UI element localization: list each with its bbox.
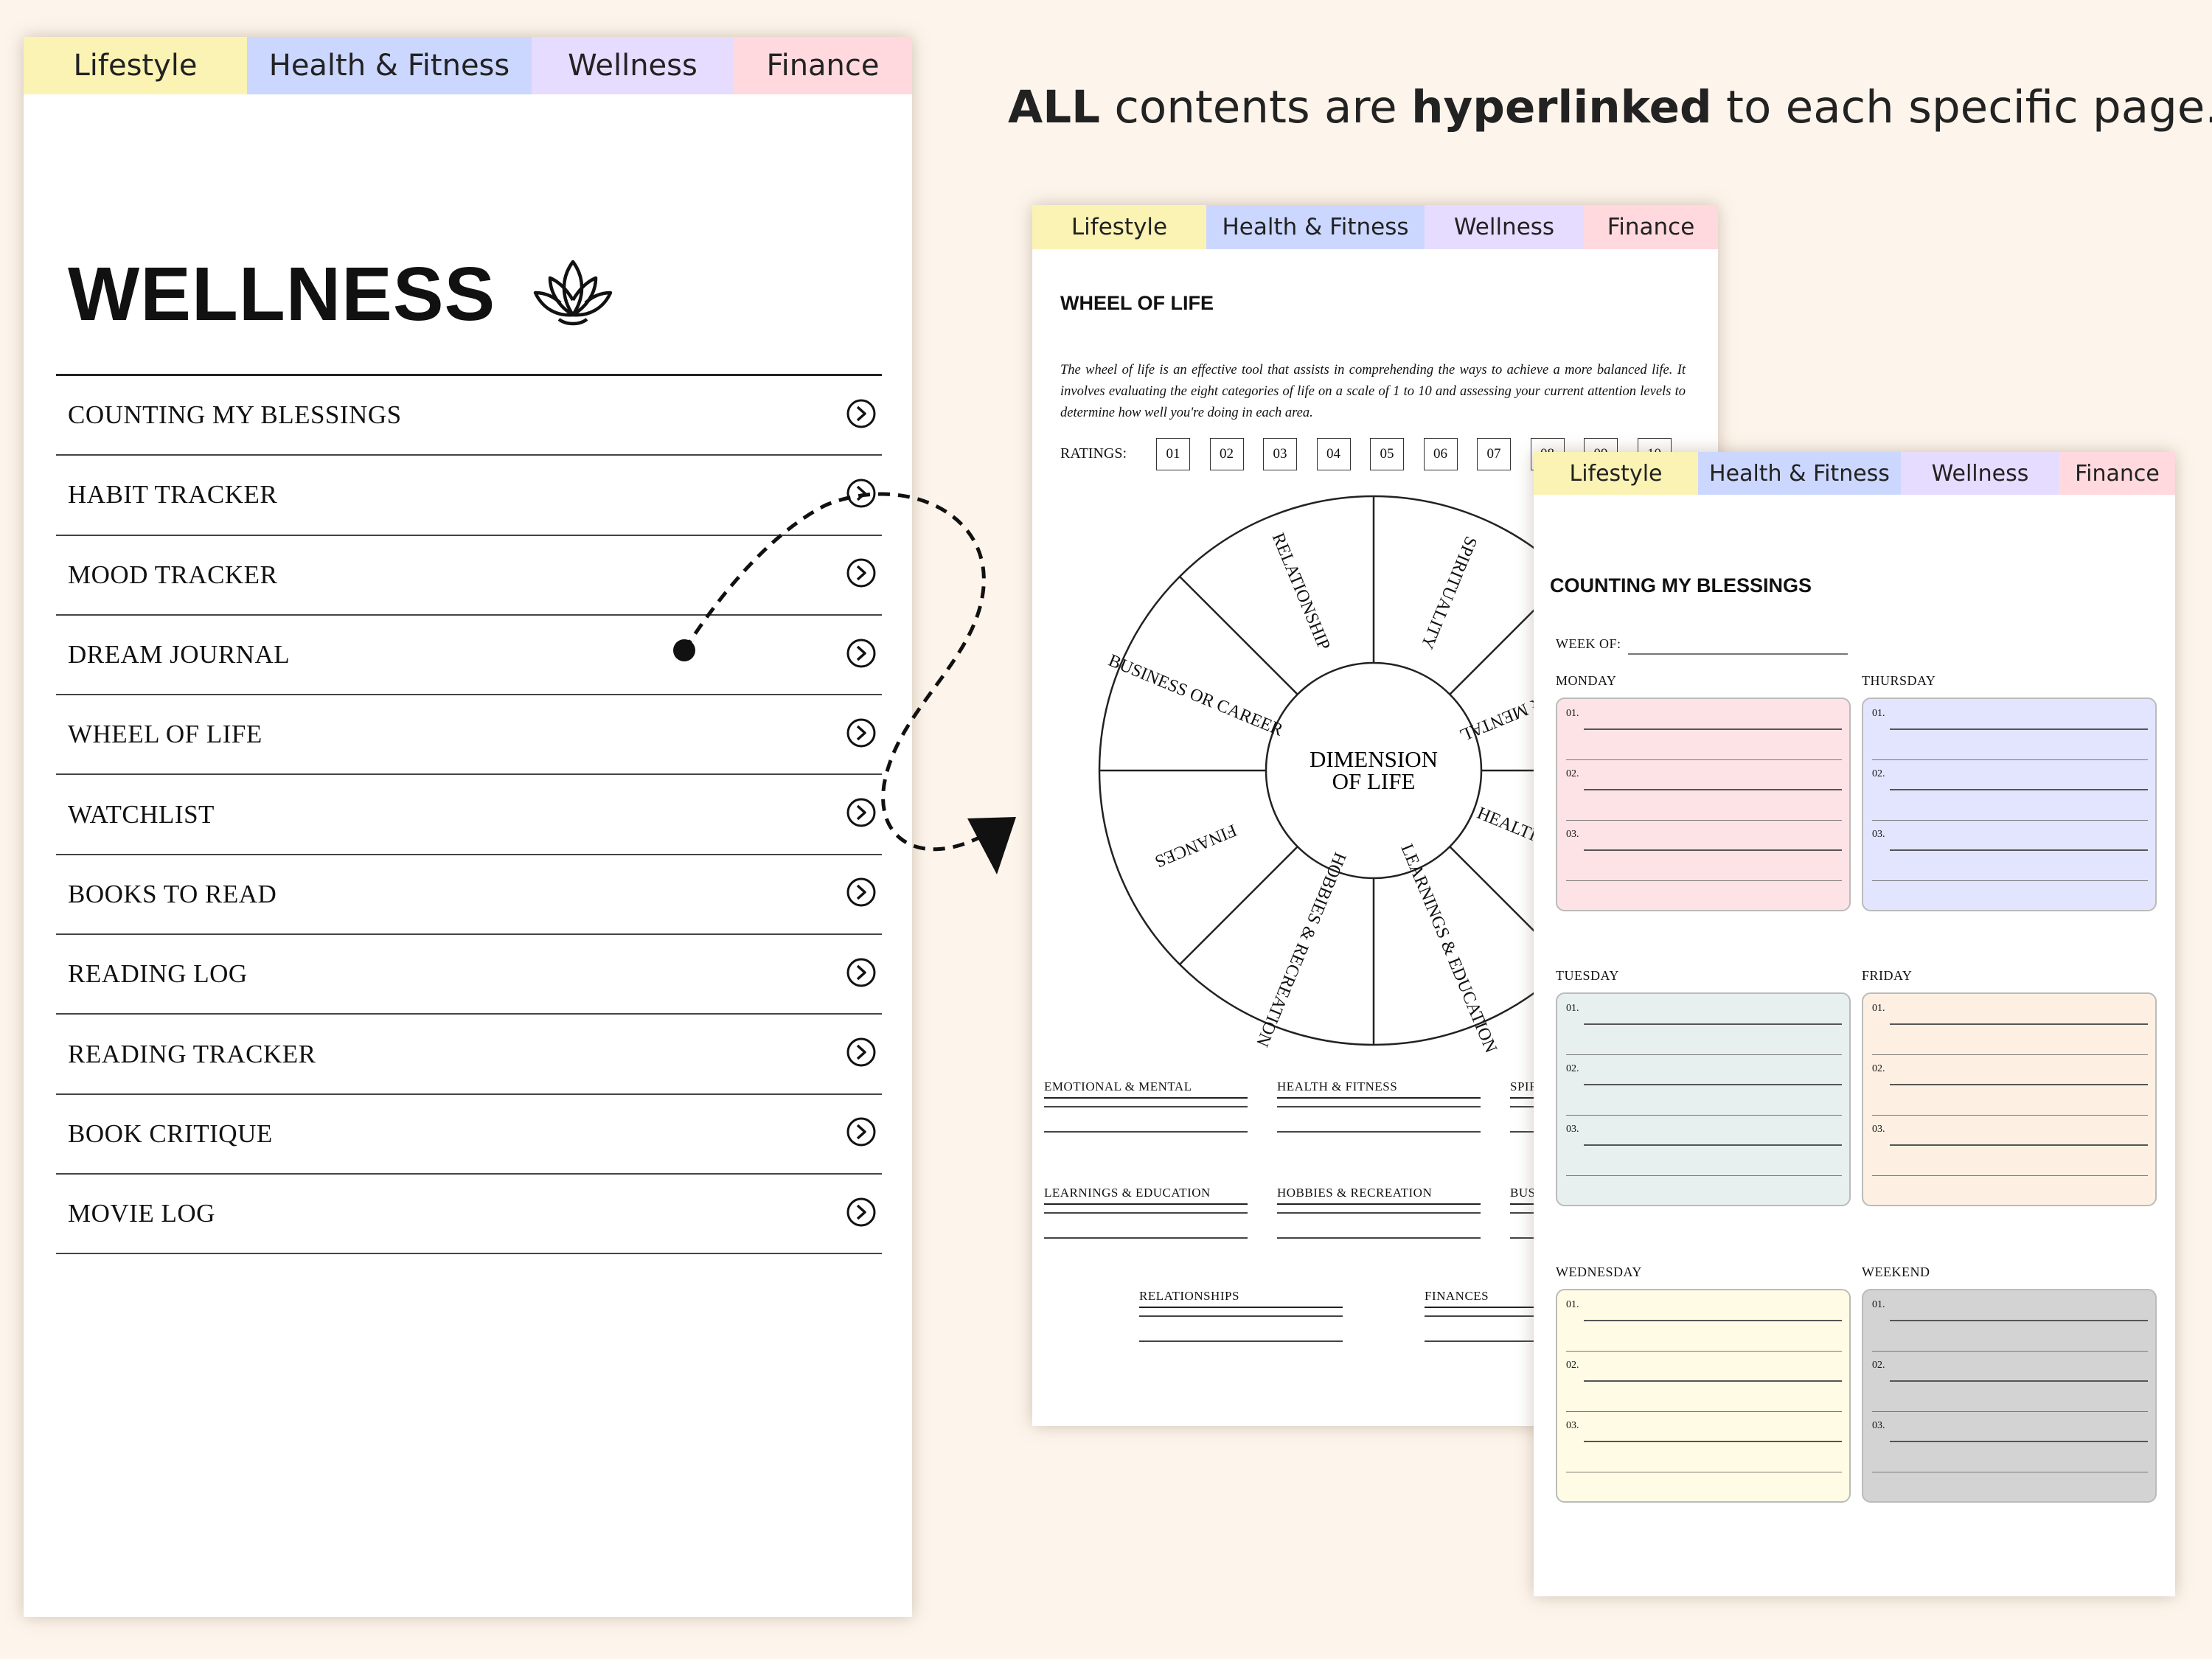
hyperlink-arrow xyxy=(673,492,1016,874)
arrow-head-icon xyxy=(967,817,1016,874)
